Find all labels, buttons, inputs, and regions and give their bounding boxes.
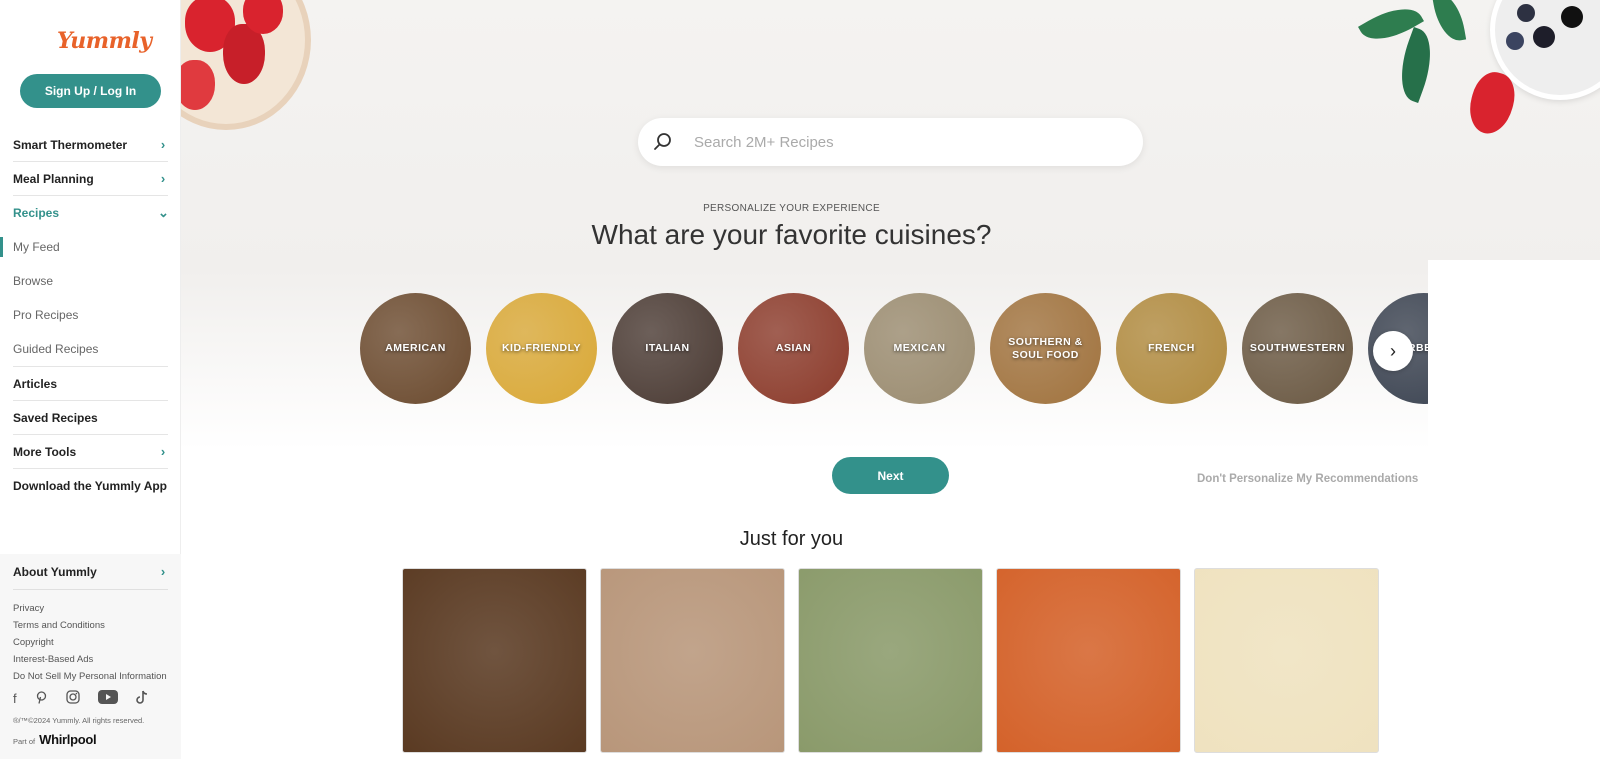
scones-recipe-card[interactable] xyxy=(1194,568,1379,753)
sidebar-item-download-app[interactable]: Download the Yummly App xyxy=(13,469,168,503)
cuisine-option-mexican[interactable]: MEXICAN xyxy=(864,293,975,404)
carousel-next-button[interactable]: › xyxy=(1373,331,1413,371)
do-not-sell-link[interactable]: Do Not Sell My Personal Information xyxy=(13,668,167,685)
cuisine-label: FRENCH xyxy=(1148,342,1195,354)
chevron-right-icon: › xyxy=(160,171,166,186)
facebook-icon[interactable]: f xyxy=(13,691,17,706)
sandwich-recipe-card[interactable] xyxy=(798,568,983,753)
chevron-right-icon: › xyxy=(160,444,166,459)
sidebar-subitem-guided-recipes[interactable]: Guided Recipes xyxy=(13,332,168,366)
fajitas-recipe-card[interactable] xyxy=(402,568,587,753)
part-of-label: Part of xyxy=(13,737,36,746)
search-icon[interactable] xyxy=(652,131,674,153)
sidebar-item-label: More Tools xyxy=(13,444,77,459)
sidebar-item-more-tools[interactable]: More Tools › xyxy=(13,435,168,469)
blueberry-image xyxy=(1561,6,1583,28)
sidebar-item-recipes[interactable]: Recipes ⌄ xyxy=(13,196,169,230)
cuisine-option-kid-friendly[interactable]: KID-FRIENDLY xyxy=(486,293,597,404)
sidebar-subitem-my-feed[interactable]: My Feed xyxy=(0,230,168,264)
personalize-eyebrow: PERSONALIZE YOUR EXPERIENCE xyxy=(703,203,880,214)
sidebar-item-label: Articles xyxy=(13,376,58,391)
yummly-logo[interactable]: Yummly xyxy=(57,28,152,54)
chevron-right-icon: › xyxy=(160,564,166,579)
sidebar-item-meal-planning[interactable]: Meal Planning › xyxy=(13,162,168,196)
sidebar-item-label: Meal Planning xyxy=(13,171,94,186)
cuisine-label: ITALIAN xyxy=(645,342,690,354)
pasta-salad-recipe-card[interactable] xyxy=(600,568,785,753)
chevron-right-icon: › xyxy=(160,137,166,152)
footer-links: Privacy Terms and Conditions Copyright I… xyxy=(13,600,167,685)
next-button[interactable]: Next xyxy=(832,457,949,494)
cuisine-label: MEXICAN xyxy=(893,342,946,354)
sidebar-footer: About Yummly › Privacy Terms and Conditi… xyxy=(0,554,181,759)
cuisine-carousel: AMERICAN KID-FRIENDLY ITALIAN ASIAN MEXI… xyxy=(360,293,1428,405)
sidebar-subitem-browse[interactable]: Browse xyxy=(13,264,168,298)
sidebar-item-saved-recipes[interactable]: Saved Recipes xyxy=(13,401,168,435)
chevron-down-icon: ⌄ xyxy=(158,205,169,220)
blueberry-image xyxy=(1517,4,1535,22)
cuisine-label: ASIAN xyxy=(775,342,812,354)
sidebar-item-articles[interactable]: Articles xyxy=(13,367,168,401)
cuisine-option-french[interactable]: FRENCH xyxy=(1116,293,1227,404)
recipe-search-bar[interactable] xyxy=(638,118,1143,166)
signup-login-button[interactable]: Sign Up / Log In xyxy=(20,74,161,108)
copyright-text: ®/™©2024 Yummly. All rights reserved. xyxy=(13,716,145,725)
youtube-icon[interactable] xyxy=(97,690,118,707)
skip-personalization-link[interactable]: Don't Personalize My Recommendations xyxy=(1197,473,1418,485)
sidebar-subitem-pro-recipes[interactable]: Pro Recipes xyxy=(13,298,168,332)
cuisine-option-southwestern[interactable]: SOUTHWESTERN xyxy=(1242,293,1353,404)
blueberry-image xyxy=(1533,26,1555,48)
cuisine-option-southern-soul-food[interactable]: SOUTHERN & SOUL FOOD xyxy=(990,293,1101,404)
fruit-salad-recipe-card[interactable] xyxy=(996,568,1181,753)
cuisine-label: SOUTHWESTERN xyxy=(1249,342,1346,354)
pinterest-icon[interactable] xyxy=(35,690,48,707)
sidebar-item-label: Smart Thermometer xyxy=(13,137,128,152)
tiktok-icon[interactable] xyxy=(135,690,148,707)
terms-link[interactable]: Terms and Conditions xyxy=(13,617,167,634)
chevron-right-icon: › xyxy=(1390,340,1396,361)
copyright-link[interactable]: Copyright xyxy=(13,634,167,651)
mint-leaf-image xyxy=(1431,0,1467,44)
sidebar-item-smart-thermometer[interactable]: Smart Thermometer › xyxy=(13,128,168,162)
interest-based-ads-link[interactable]: Interest-Based Ads xyxy=(13,651,167,668)
cuisine-option-italian[interactable]: ITALIAN xyxy=(612,293,723,404)
cuisines-headline: What are your favorite cuisines? xyxy=(591,219,992,250)
sidebar-item-label: Saved Recipes xyxy=(13,410,98,425)
social-links: f xyxy=(13,690,148,707)
search-input[interactable] xyxy=(694,118,1124,166)
sidebar: Yummly Sign Up / Log In Smart Thermomete… xyxy=(0,0,181,759)
part-of-whirlpool: Part of Whirlpool xyxy=(13,732,97,747)
mint-leaf-image xyxy=(1389,26,1443,104)
sidebar-nav: Smart Thermometer › Meal Planning › Reci… xyxy=(0,128,169,503)
sidebar-item-label: Download the Yummly App xyxy=(13,479,168,493)
cuisine-option-american[interactable]: AMERICAN xyxy=(360,293,471,404)
privacy-link[interactable]: Privacy xyxy=(13,600,167,617)
cuisine-label: SOUTHERN & SOUL FOOD xyxy=(1008,335,1083,361)
cuisine-option-asian[interactable]: ASIAN xyxy=(738,293,849,404)
carousel-edge xyxy=(1428,260,1600,460)
just-for-you-title: Just for you xyxy=(739,528,844,550)
about-yummly-item[interactable]: About Yummly › xyxy=(13,554,168,590)
recipes-submenu: My Feed Browse Pro Recipes Guided Recipe… xyxy=(0,230,168,367)
cuisine-label: KID-FRIENDLY xyxy=(501,342,582,354)
blueberry-image xyxy=(1506,32,1524,50)
about-label: About Yummly xyxy=(13,564,97,579)
whirlpool-logo[interactable]: Whirlpool xyxy=(39,732,97,747)
cuisine-label: AMERICAN xyxy=(385,342,446,354)
instagram-icon[interactable] xyxy=(65,690,80,707)
sidebar-item-label: Recipes xyxy=(13,206,60,220)
